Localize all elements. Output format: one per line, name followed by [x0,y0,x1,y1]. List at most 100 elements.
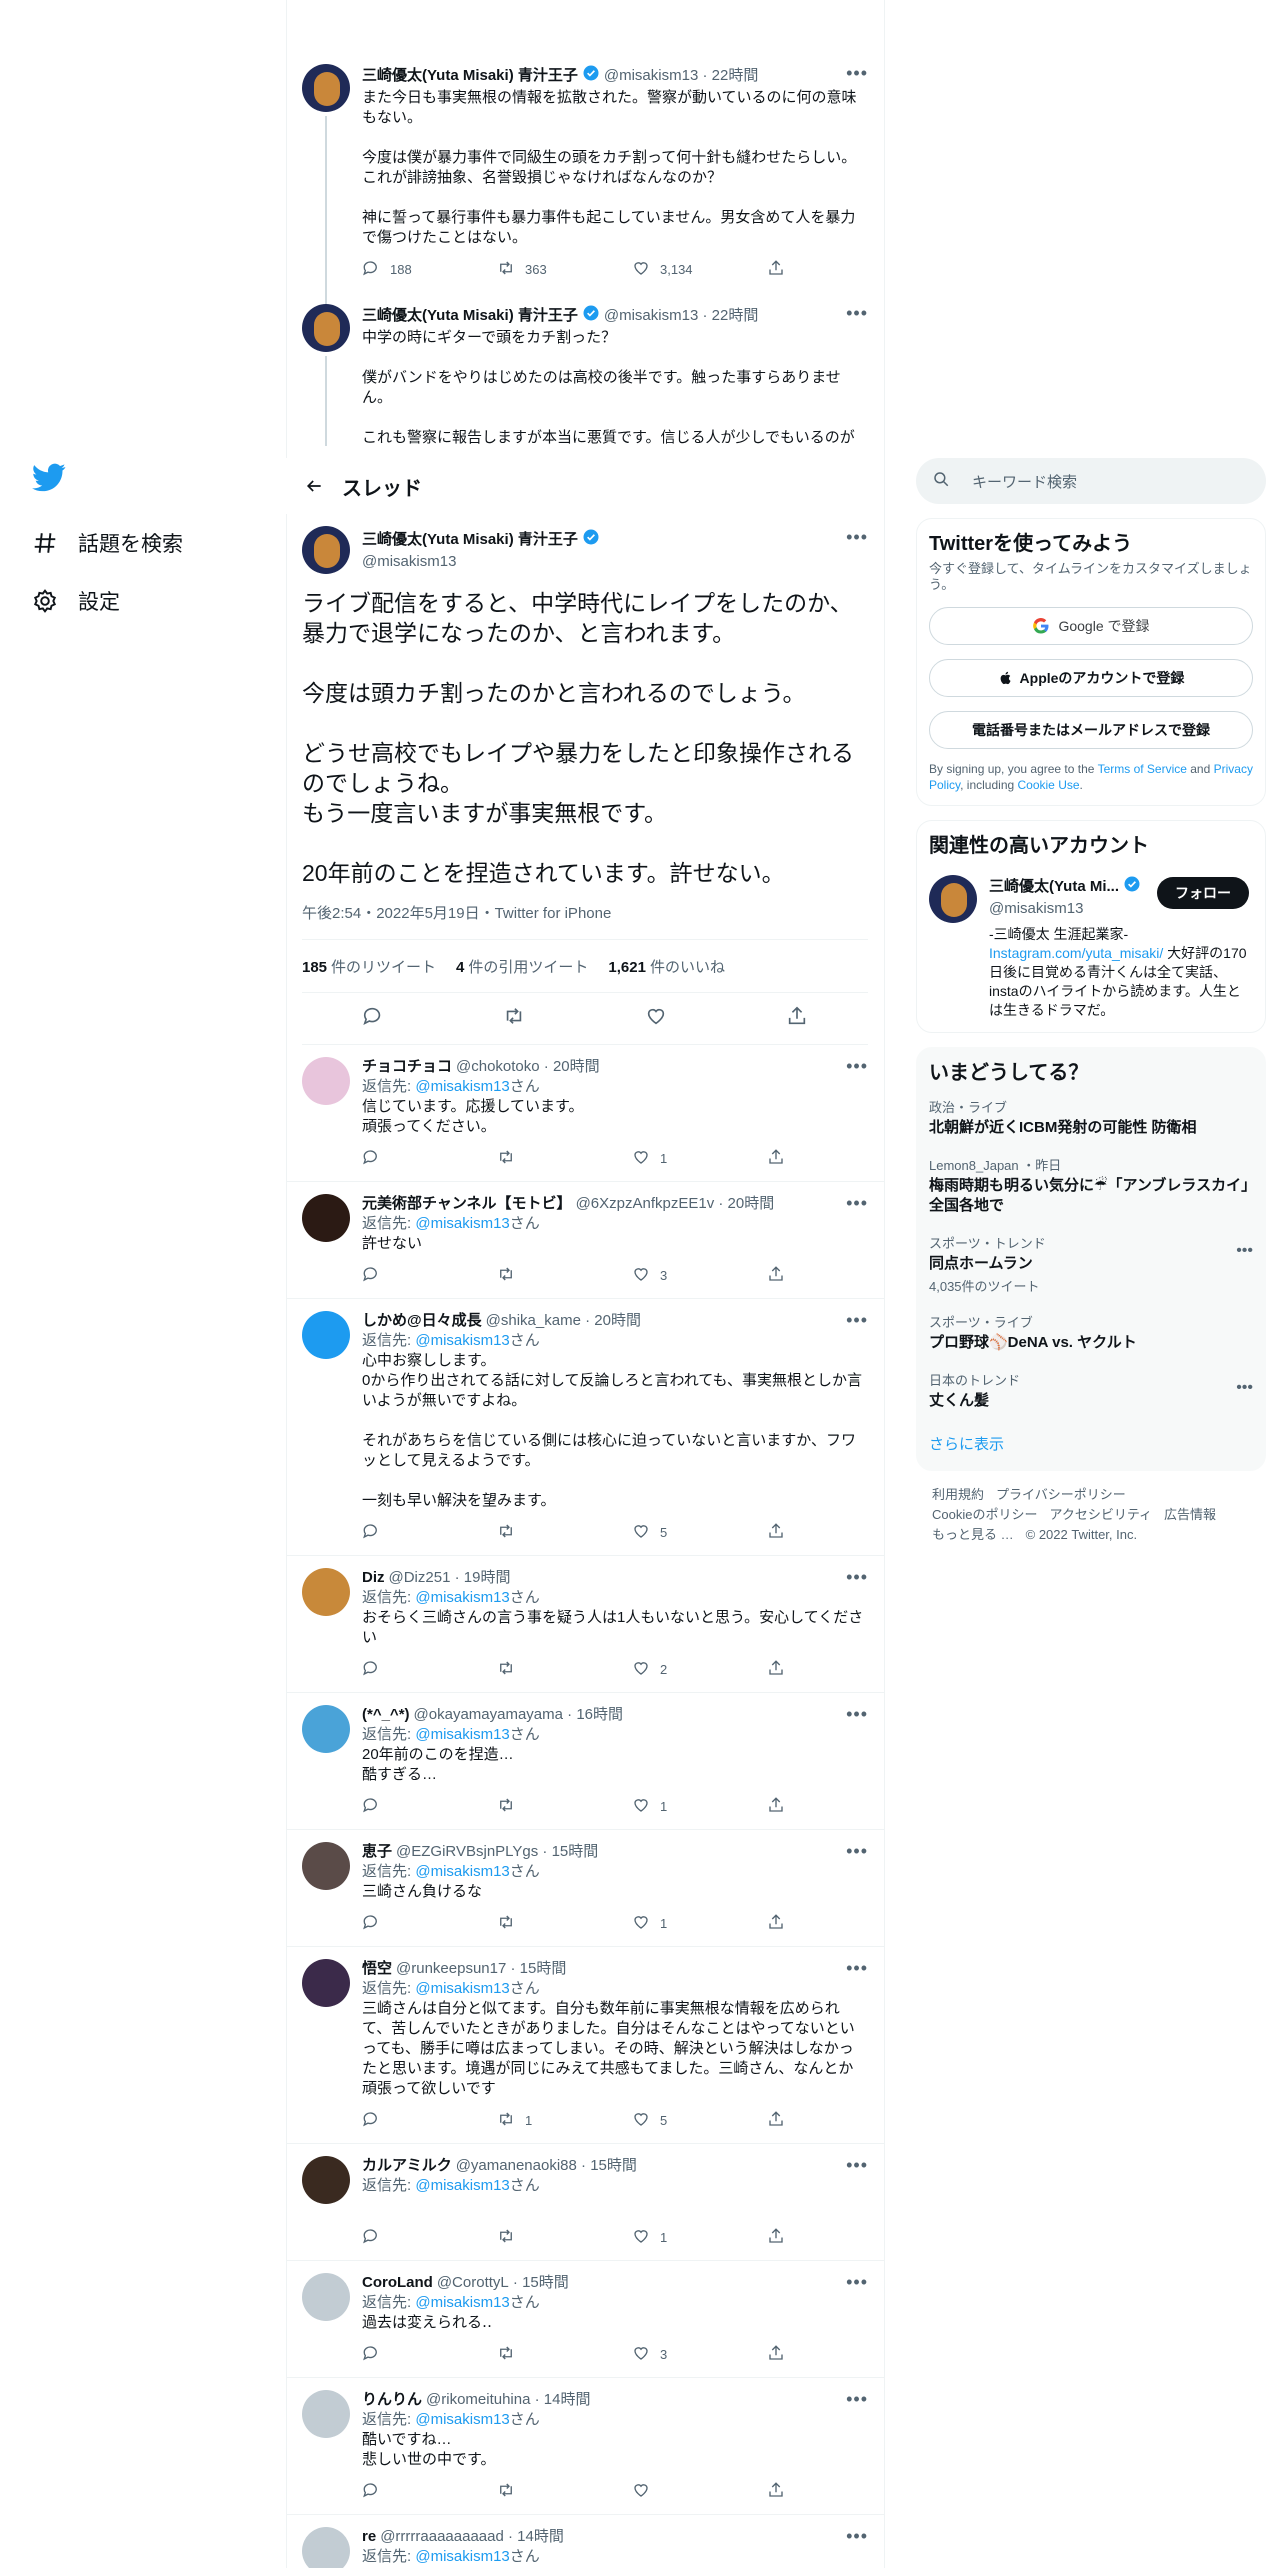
more-icon[interactable]: ••• [846,1311,868,1329]
apple-signup-button[interactable]: Appleのアカウントで登録 [929,659,1253,697]
avatar[interactable] [302,1057,350,1105]
author-name[interactable]: しかめ@日々成長 [362,1311,482,1331]
footer-link[interactable]: 広告情報 [1164,1507,1216,1522]
share-button[interactable] [767,1522,787,1543]
likes-stat[interactable]: 1,621 件のいいね [608,956,725,977]
trend-item[interactable]: 日本のトレンド 丈くん髪 ••• [929,1359,1253,1417]
retweets-stat[interactable]: 185 件のリツイート [302,956,436,977]
tweet-time[interactable]: 15時間 [520,1959,567,1979]
retweet-button[interactable] [497,1522,592,1543]
reply-button[interactable] [362,2110,457,2131]
share-icon[interactable] [786,1005,808,1032]
like-button[interactable]: 1 [632,1796,727,1817]
author-name[interactable]: 三崎優太(Yuta Misaki) 青汁王子 [362,306,578,326]
follow-button[interactable]: フォロー [1157,877,1249,909]
tweet-time[interactable]: 15時間 [590,2156,637,2176]
like-button[interactable]: 5 [632,2110,727,2131]
more-icon[interactable]: ••• [846,1705,868,1723]
share-button[interactable] [767,2110,787,2131]
share-button[interactable] [767,1265,787,1286]
retweet-button[interactable] [497,1659,592,1680]
share-button[interactable] [767,1913,787,1934]
reply-tweet[interactable]: (*^_^*) @okayamayamayama · 16時間 ••• 返信先: @m… [286,1693,884,1830]
avatar[interactable] [302,1705,350,1753]
avatar[interactable] [302,64,350,112]
more-icon[interactable]: ••• [846,1568,868,1586]
reply-to-link[interactable]: @misakism13 [415,1863,509,1880]
reply-tweet[interactable]: りんりん @rikomeituhina · 14時間 ••• 返信先: @misaki… [286,2378,884,2515]
reply-button[interactable] [362,1796,457,1817]
author-handle[interactable]: @EZGiRVBsjnPLYgs [396,1842,538,1862]
avatar[interactable] [302,526,350,574]
reply-to-link[interactable]: @misakism13 [415,1980,509,1997]
retweet-button[interactable] [497,2481,592,2502]
reply-to-link[interactable]: @misakism13 [415,1215,509,1232]
share-button[interactable] [767,2227,787,2248]
author-handle[interactable]: @misakism13 [362,552,456,572]
more-icon[interactable]: ••• [1236,1242,1253,1260]
more-icon[interactable]: ••• [1236,1379,1253,1397]
show-more-link[interactable]: さらに表示 [929,1417,1253,1458]
reply-tweet[interactable]: 恵子 @EZGiRVBsjnPLYgs · 15時間 ••• 返信先: @misaki… [286,1830,884,1947]
phone-email-signup-button[interactable]: 電話番号またはメールアドレスで登録 [929,711,1253,749]
reply-to-link[interactable]: @misakism13 [415,1589,509,1606]
tweet-time[interactable]: 20時間 [728,1194,775,1214]
author-name[interactable]: チョコチョコ [362,1057,452,1077]
account-handle[interactable]: @misakism13 [989,899,1083,919]
footer-link[interactable]: もっと見る … [932,1527,1014,1542]
reply-tweet[interactable]: チョコチョコ @chokotoko · 20時間 ••• 返信先: @misakism… [286,1045,884,1182]
author-handle[interactable]: @6XzpzAnfkpzEE1v [576,1194,715,1214]
footer-link[interactable]: 利用規約 [932,1487,984,1502]
avatar[interactable] [302,304,350,352]
avatar[interactable] [929,875,977,923]
like-button[interactable]: 3 [632,1265,727,1286]
quotes-stat[interactable]: 4 件の引用ツイート [456,956,588,977]
avatar[interactable] [302,2273,350,2321]
cookie-link[interactable]: Cookie Use [1018,778,1080,792]
reply-to-link[interactable]: @misakism13 [415,1332,509,1349]
author-name[interactable]: (*^_^*) [362,1705,410,1725]
trend-item[interactable]: Lemon8_Japan ・昨日 梅雨時期も明るい気分に☔「アンブレラスカイ」全国… [929,1144,1253,1222]
author-name[interactable]: 元美術部チャンネル【モトビ】 [362,1194,572,1214]
footer-link[interactable]: © 2022 Twitter, Inc. [1026,1527,1137,1542]
author-name[interactable]: CoroLand [362,2273,433,2293]
trend-item[interactable]: スポーツ・トレンド 同点ホームラン 4,035件のツイート ••• [929,1222,1253,1301]
context-tweet[interactable]: 三崎優太(Yuta Misaki) 青汁王子 @misakism13 · 22時… [286,52,884,304]
author-handle[interactable]: @runkeepsun17 [396,1959,506,1979]
author-handle[interactable]: @chokotoko [456,1057,540,1077]
share-button[interactable] [767,259,787,280]
author-name[interactable]: カルアミルク [362,2156,452,2176]
like-button[interactable]: 1 [632,1148,727,1169]
reply-button[interactable]: 188 [362,259,457,280]
tweet-time[interactable]: 15時間 [522,2273,569,2293]
avatar[interactable] [302,1842,350,1890]
tweet-time[interactable]: 16時間 [576,1705,623,1725]
author-handle[interactable]: @yamanenaoki88 [456,2156,577,2176]
retweet-icon[interactable] [503,1005,525,1032]
more-icon[interactable]: ••• [846,2156,868,2174]
avatar[interactable] [302,1311,350,1359]
author-name[interactable]: 悟空 [362,1959,392,1979]
more-icon[interactable]: ••• [846,1959,868,1977]
reply-to-link[interactable]: @misakism13 [415,2411,509,2428]
retweet-button[interactable] [497,1265,592,1286]
share-button[interactable] [767,1148,787,1169]
share-button[interactable] [767,2344,787,2365]
avatar[interactable] [302,2527,350,2568]
retweet-button[interactable]: 1 [497,2110,592,2131]
retweet-button[interactable] [497,2344,592,2365]
share-button[interactable] [767,1659,787,1680]
more-icon[interactable]: ••• [846,2527,868,2545]
avatar[interactable] [302,1959,350,2007]
reply-to-link[interactable]: @misakism13 [415,1726,509,1743]
like-button[interactable]: 1 [632,2227,727,2248]
more-icon[interactable]: ••• [846,1194,868,1212]
account-name[interactable]: 三崎優太(Yuta Mi... [989,877,1119,897]
author-handle[interactable]: @CorottyL [437,2273,509,2293]
like-button[interactable]: 5 [632,1522,727,1543]
retweet-button[interactable] [497,1913,592,1934]
tweet-time[interactable]: 19時間 [464,1568,511,1588]
tweet-time[interactable]: 20時間 [553,1057,600,1077]
context-tweet[interactable]: 三崎優太(Yuta Misaki) 青汁王子 @misakism13 · 22時… [286,292,884,446]
reply-button[interactable] [362,1659,457,1680]
